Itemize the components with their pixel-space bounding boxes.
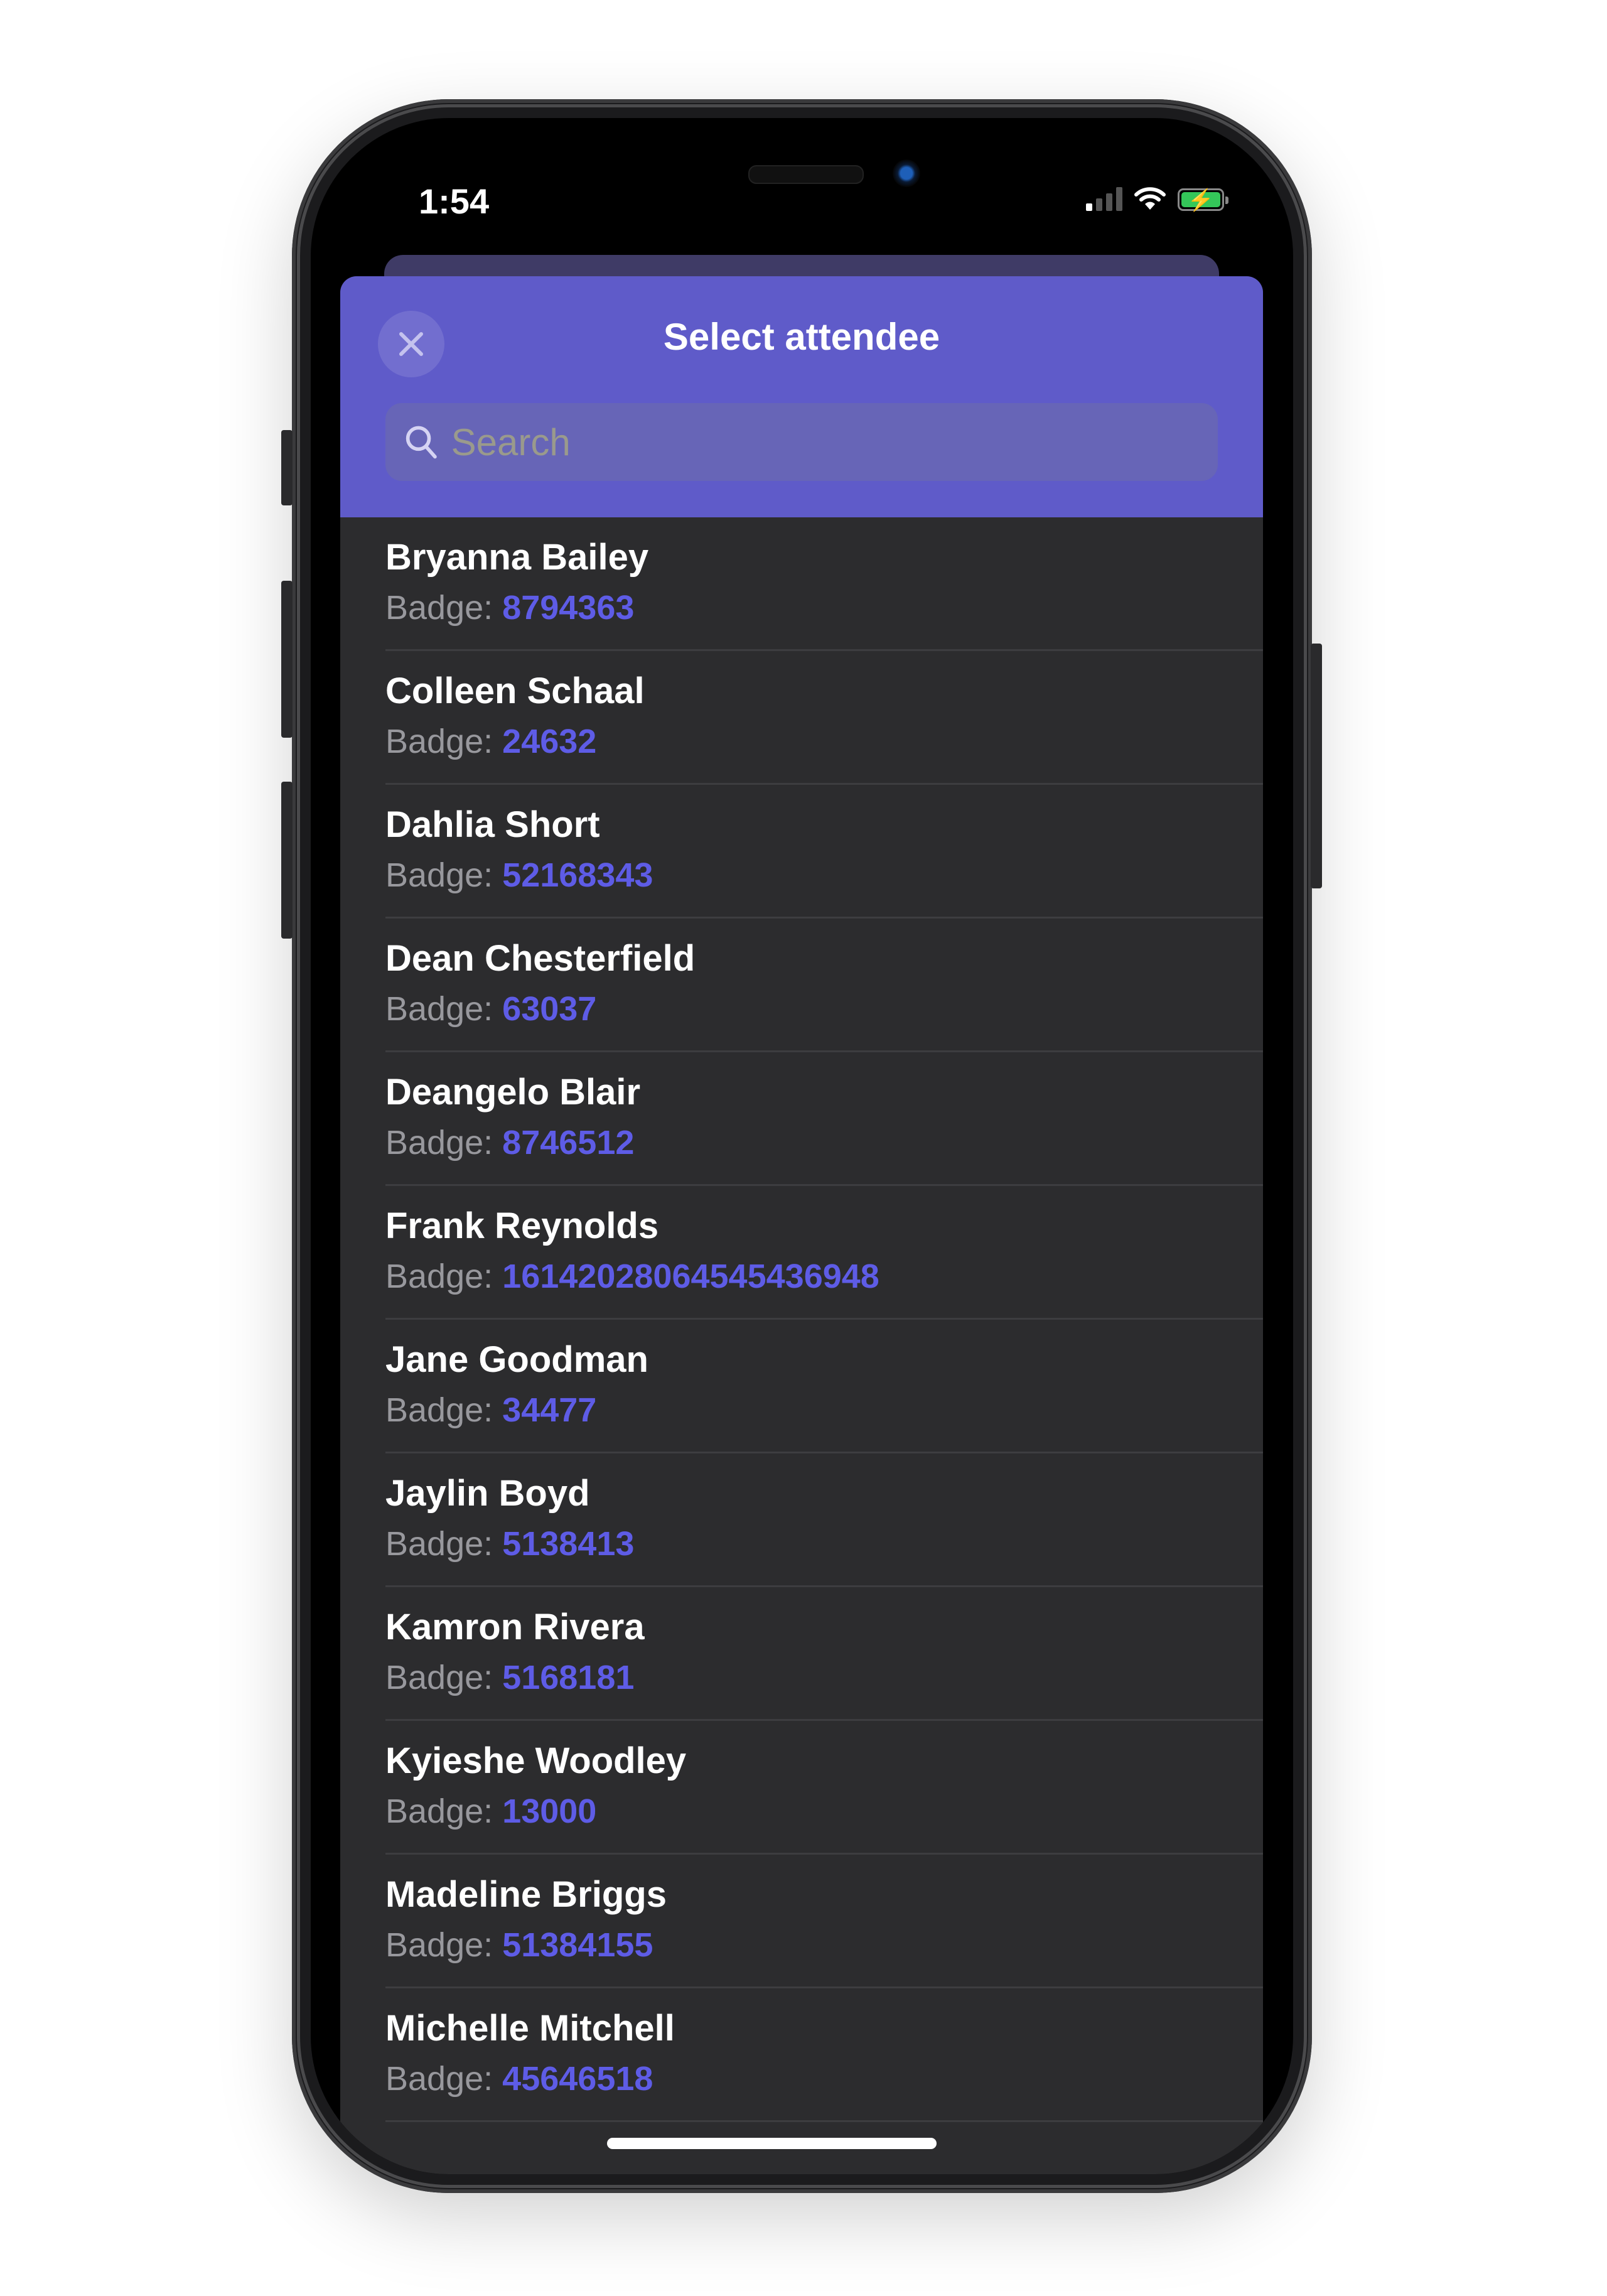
attendee-badge: Badge: 13000 bbox=[385, 1792, 597, 1830]
attendee-row[interactable]: Deangelo Blair Badge: 8746512 bbox=[385, 1052, 1263, 1186]
badge-number: 63037 bbox=[502, 990, 597, 1028]
attendee-row[interactable]: Michelle Mitchell Badge: 45646518 bbox=[385, 1988, 1263, 2122]
cellular-signal-icon bbox=[1086, 186, 1122, 211]
attendee-badge: Badge: 24632 bbox=[385, 723, 597, 760]
attendee-badge: Badge: 34477 bbox=[385, 1391, 597, 1429]
front-camera bbox=[893, 159, 920, 187]
badge-number: 16142028064545436948 bbox=[502, 1258, 879, 1295]
badge-number: 45646518 bbox=[502, 2060, 653, 2098]
attendee-name: Michelle Mitchell bbox=[385, 2008, 675, 2049]
attendee-name: Jaylin Boyd bbox=[385, 1473, 590, 1514]
status-time: 1:54 bbox=[419, 181, 490, 221]
badge-number: 8794363 bbox=[502, 589, 635, 627]
select-attendee-sheet: Select attendee Bryanna Bailey Badge: 87… bbox=[340, 276, 1263, 2174]
wifi-icon bbox=[1134, 187, 1166, 210]
attendee-row[interactable]: Dahlia Short Badge: 52168343 bbox=[385, 785, 1263, 919]
sheet-header: Select attendee bbox=[340, 276, 1263, 517]
attendee-row[interactable]: Jane Goodman Badge: 34477 bbox=[385, 1320, 1263, 1453]
attendee-name: Dean Chesterfield bbox=[385, 938, 696, 979]
attendee-name: Madeline Briggs bbox=[385, 1874, 667, 1915]
sheet-title: Select attendee bbox=[663, 316, 940, 358]
badge-number: 51384155 bbox=[502, 1926, 653, 1964]
badge-number: 8746512 bbox=[502, 1124, 635, 1161]
badge-number: 52168343 bbox=[502, 856, 653, 894]
screen: 1:54 ⚡ Select attendee Search Bryanna Ba… bbox=[311, 118, 1293, 2174]
attendee-badge: Badge: 8746512 bbox=[385, 1124, 635, 1161]
badge-number: 5138413 bbox=[502, 1525, 635, 1563]
battery-charging-icon: ⚡ bbox=[1178, 188, 1228, 212]
attendee-row[interactable]: Madeline Briggs Badge: 51384155 bbox=[385, 1855, 1263, 1988]
attendee-badge: Badge: 5138413 bbox=[385, 1525, 635, 1563]
attendee-row[interactable]: Dean Chesterfield Badge: 63037 bbox=[385, 919, 1263, 1052]
attendee-badge: Badge: 63037 bbox=[385, 990, 597, 1028]
volume-down-button bbox=[281, 782, 293, 939]
search-icon bbox=[406, 426, 437, 459]
attendee-name: Colleen Schaal bbox=[385, 671, 645, 711]
attendee-row[interactable]: Jaylin Boyd Badge: 5138413 bbox=[385, 1453, 1263, 1587]
mute-switch bbox=[281, 430, 293, 505]
attendee-badge: Badge: 51384155 bbox=[385, 1926, 653, 1964]
attendee-row[interactable]: Kyieshe Woodley Badge: 13000 bbox=[385, 1721, 1263, 1855]
home-indicator[interactable] bbox=[607, 2138, 937, 2149]
badge-number: 5168181 bbox=[502, 1659, 635, 1696]
attendee-badge: Badge: 16142028064545436948 bbox=[385, 1258, 879, 1295]
search-input[interactable] bbox=[449, 419, 1218, 465]
attendee-badge: Badge: 45646518 bbox=[385, 2060, 653, 2098]
attendee-row[interactable]: Frank Reynolds Badge: 161420280645454369… bbox=[385, 1186, 1263, 1320]
speaker-grille bbox=[748, 165, 864, 184]
attendee-name: Bryanna Bailey bbox=[385, 537, 649, 578]
attendee-name: Kamron Rivera bbox=[385, 1607, 645, 1647]
volume-up-button bbox=[281, 581, 293, 738]
attendee-name: Jane Goodman bbox=[385, 1339, 648, 1380]
search-bar[interactable] bbox=[385, 403, 1218, 481]
attendee-badge: Badge: 5168181 bbox=[385, 1659, 635, 1696]
attendee-row[interactable]: Bryanna Bailey Badge: 8794363 bbox=[385, 517, 1263, 651]
status-icons: ⚡ bbox=[1086, 186, 1228, 212]
badge-number: 34477 bbox=[502, 1391, 597, 1429]
attendee-name: Kyieshe Woodley bbox=[385, 1740, 687, 1781]
attendee-name: Deangelo Blair bbox=[385, 1072, 641, 1113]
attendee-name: Frank Reynolds bbox=[385, 1205, 659, 1246]
attendee-row[interactable]: Kamron Rivera Badge: 5168181 bbox=[385, 1587, 1263, 1721]
attendee-list: Bryanna Bailey Badge: 8794363 Colleen Sc… bbox=[340, 517, 1263, 2122]
power-button bbox=[1311, 644, 1322, 888]
attendee-row[interactable]: Colleen Schaal Badge: 24632 bbox=[385, 651, 1263, 785]
badge-number: 24632 bbox=[502, 723, 597, 760]
attendee-badge: Badge: 52168343 bbox=[385, 856, 653, 894]
badge-number: 13000 bbox=[502, 1792, 597, 1830]
attendee-badge: Badge: 8794363 bbox=[385, 589, 635, 627]
attendee-name: Dahlia Short bbox=[385, 804, 600, 845]
